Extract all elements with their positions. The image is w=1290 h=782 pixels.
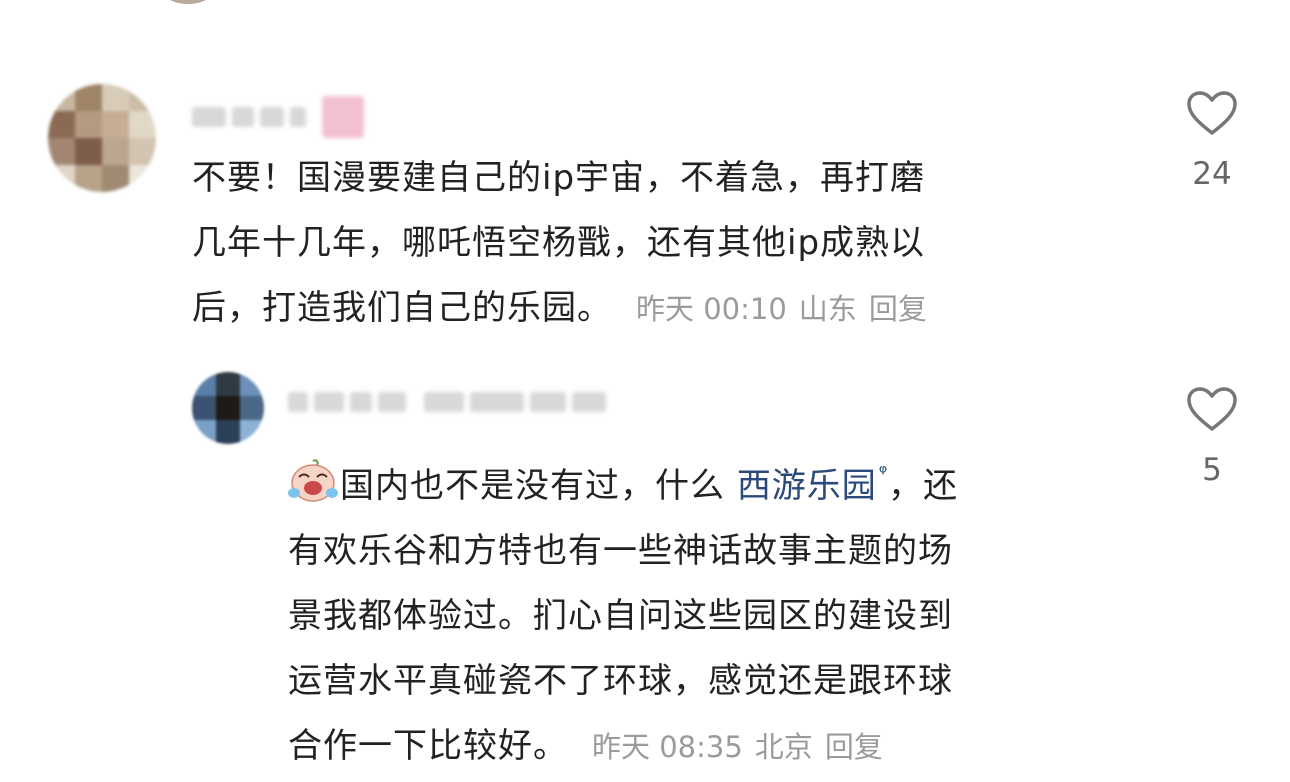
comment-line: 合作一下比较好。 bbox=[288, 726, 568, 766]
comment-text: 不要！国漫要建自己的ip宇宙，不着急，再打磨 几年十几年，哪吒悟空杨戬，还有其他… bbox=[192, 146, 1152, 342]
avatar[interactable] bbox=[48, 84, 156, 192]
reply-button[interactable]: 回复 bbox=[825, 730, 883, 764]
like-count: 24 bbox=[1192, 156, 1232, 192]
comment-line: 国内也不是没有过，什么 bbox=[340, 466, 737, 506]
avatar[interactable] bbox=[192, 372, 264, 444]
comment-meta: 昨天 08:35 北京 回复 bbox=[568, 730, 883, 764]
comment-location: 山东 bbox=[798, 292, 857, 326]
like-button[interactable]: 5 bbox=[1182, 386, 1242, 488]
comment-line: 几年十几年，哪吒悟空杨戬，还有其他ip成熟以 bbox=[192, 223, 926, 263]
heart-outline-icon bbox=[1187, 91, 1237, 135]
heart-outline-icon bbox=[1187, 387, 1237, 431]
comment-line: ，还 bbox=[888, 466, 959, 506]
username[interactable] bbox=[288, 392, 606, 412]
like-count: 5 bbox=[1202, 452, 1222, 488]
previous-comment-avatar[interactable] bbox=[156, 0, 220, 4]
comment-line: 后，打造我们自己的乐园。 bbox=[192, 288, 612, 328]
comment-meta: 昨天 00:10 山东 回复 bbox=[612, 292, 927, 326]
username[interactable] bbox=[192, 96, 364, 138]
comment-text: 国内也不是没有过，什么 西游乐园 ᵠ，还 有欢乐谷和方特也有一些神话故事主题的场 … bbox=[288, 440, 1148, 780]
topic-link-label: 西游乐园 bbox=[736, 466, 877, 506]
comment-time: 昨天 00:10 bbox=[636, 292, 787, 326]
comment-time: 昨天 08:35 bbox=[592, 730, 743, 764]
comment-line: 运营水平真碰瓷不了环球，感觉还是跟环球 bbox=[288, 661, 953, 701]
comment-location: 北京 bbox=[754, 730, 813, 764]
like-button[interactable]: 24 bbox=[1182, 90, 1242, 192]
laughing-crying-face-emoji bbox=[288, 459, 338, 502]
search-icon: ᵠ bbox=[878, 460, 889, 484]
reply-button[interactable]: 回复 bbox=[869, 292, 927, 326]
comment-line: 有欢乐谷和方特也有一些神话故事主题的场 bbox=[288, 531, 953, 571]
comment-line: 不要！国漫要建自己的ip宇宙，不着急，再打磨 bbox=[192, 158, 926, 198]
comment-line: 景我都体验过。扪心自问这些园区的建设到 bbox=[288, 596, 953, 636]
topic-link[interactable]: 西游乐园 ᵠ bbox=[736, 460, 888, 506]
